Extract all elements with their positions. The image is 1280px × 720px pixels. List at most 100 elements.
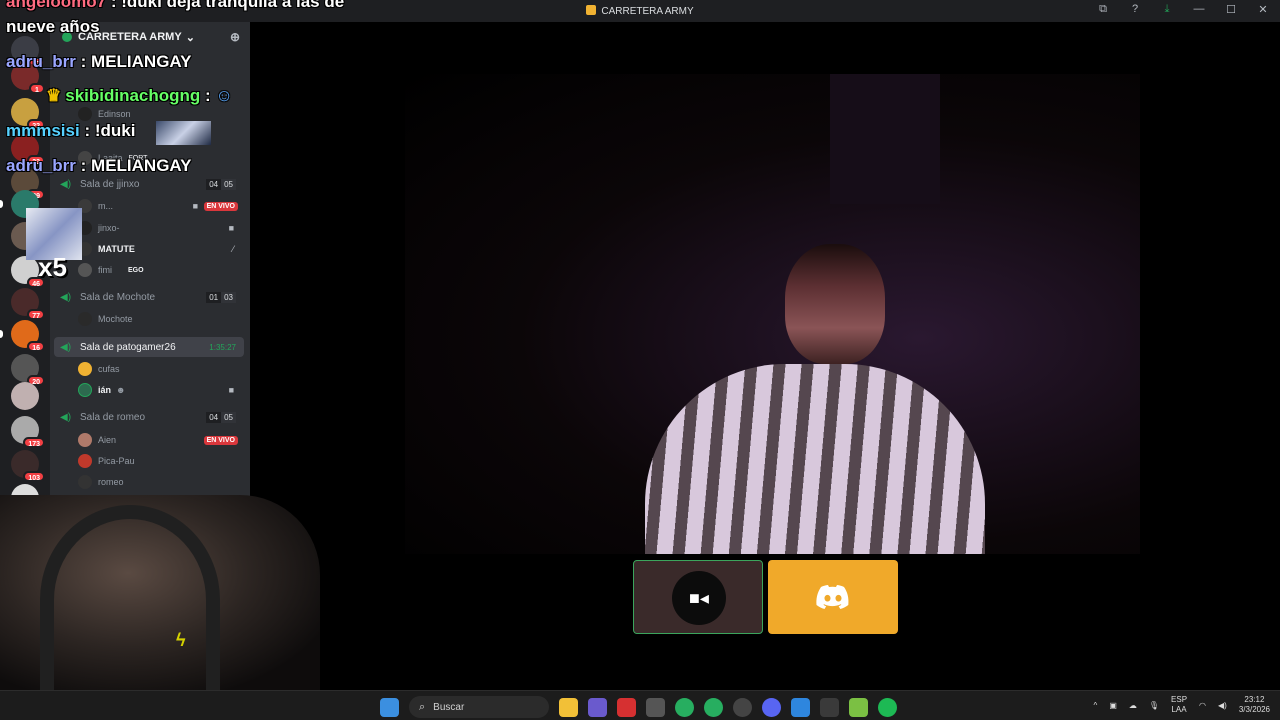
system-tray: ^ ▣ ☁ 🎙 ESP LAA ◠ ◀) 23:12 3/3/2026 xyxy=(1094,695,1270,715)
avatar xyxy=(78,433,92,447)
chevron-down-icon: ⌄ xyxy=(185,31,195,44)
streamer-head xyxy=(785,244,885,364)
server-icon[interactable]: 173 xyxy=(11,416,45,448)
grin-emoji-icon: ☺ xyxy=(215,86,233,105)
avatar xyxy=(78,383,92,397)
mic-icon[interactable]: 🎙 xyxy=(1149,701,1159,710)
wps-icon[interactable] xyxy=(617,697,636,717)
speaker-icon: ◀) xyxy=(60,341,72,353)
avatar xyxy=(78,107,92,121)
live-badge: EN VIVO xyxy=(203,201,238,211)
store-icon[interactable] xyxy=(646,697,665,717)
voice-channel-active[interactable]: ◀) Sala de patogamer26 1:35:27 xyxy=(54,337,244,357)
chrome-icon[interactable] xyxy=(675,697,694,717)
focused-video-stream[interactable] xyxy=(405,74,1140,554)
voice-user[interactable]: ián ☻ ■ xyxy=(78,380,244,400)
muted-icon: ⁄ xyxy=(232,244,234,254)
user-count: 04 05 xyxy=(206,411,236,423)
cloud-icon[interactable]: ☁ xyxy=(1129,701,1137,710)
voice-user[interactable]: fimi EGO xyxy=(78,260,244,280)
chat-message-continuation: nueve años xyxy=(6,17,100,36)
voice-user[interactable]: Pica-Pau xyxy=(78,451,244,471)
obs-icon[interactable] xyxy=(820,697,839,717)
speaker-icon: ◀) xyxy=(60,291,72,303)
voice-channel[interactable]: ◀) Sala de jjinxo 04 05 xyxy=(54,174,244,194)
voice-user[interactable]: m... ■ EN VIVO xyxy=(78,196,244,216)
file-explorer-icon[interactable] xyxy=(559,697,578,717)
chevron-up-icon[interactable]: ^ xyxy=(1094,701,1098,710)
unread-badge: 16 xyxy=(27,341,45,352)
server-selected-pill xyxy=(0,330,3,338)
download-icon[interactable]: ⤓ xyxy=(1160,3,1174,16)
maximize-button[interactable]: ☐ xyxy=(1224,3,1238,16)
video-stage: ■◂ xyxy=(250,22,1280,690)
voice-user[interactable]: MATUTE ⁄ xyxy=(78,239,244,259)
user-tag: EGO xyxy=(128,266,144,274)
chat-message: adru_brr : MELIANGAY xyxy=(6,52,192,71)
unread-badge: 173 xyxy=(23,437,45,448)
voice-user[interactable]: jinxo- ■ xyxy=(78,218,244,238)
server-icon[interactable] xyxy=(11,382,39,410)
tray-app-icon[interactable]: ▣ xyxy=(1109,701,1117,710)
call-timer: 1:35:27 xyxy=(209,342,236,352)
unread-badge: 77 xyxy=(27,309,45,320)
server-icon[interactable]: 46 xyxy=(11,256,45,288)
notepad-icon[interactable] xyxy=(791,697,810,717)
server-selected-pill xyxy=(0,200,3,208)
add-person-icon[interactable]: ⊕ xyxy=(230,30,240,44)
discord-tile[interactable] xyxy=(768,560,898,634)
wifi-icon[interactable]: ◠ xyxy=(1199,701,1206,710)
spotify-icon[interactable] xyxy=(878,697,897,717)
avatar xyxy=(78,312,92,326)
chat-image-thumbnail xyxy=(156,121,211,145)
taskbar-search[interactable]: ⌕ Buscar xyxy=(409,696,549,718)
emoji-icon: ☻ xyxy=(116,385,126,395)
volume-icon[interactable]: ◀) xyxy=(1218,701,1227,710)
voice-user[interactable]: cufas xyxy=(78,359,244,379)
user-count: 01 03 xyxy=(206,291,236,303)
live-badge: EN VIVO xyxy=(203,435,238,445)
voice-user[interactable]: Aien EN VIVO xyxy=(78,430,244,450)
server-icon[interactable]: 77 xyxy=(11,288,45,320)
window-controls: ⧉ ? ⤓ — ☐ ✕ xyxy=(1096,3,1270,16)
voice-channel[interactable]: ◀) Sala de romeo 04 05 xyxy=(54,407,244,427)
help-icon[interactable]: ? xyxy=(1128,3,1142,16)
close-button[interactable]: ✕ xyxy=(1256,3,1270,16)
speaker-icon: ◀) xyxy=(60,178,72,190)
minimize-button[interactable]: — xyxy=(1192,3,1206,16)
server-icon[interactable]: 20 xyxy=(11,354,45,386)
github-icon[interactable] xyxy=(733,697,752,717)
streamer-webcam-overlay: ϟ xyxy=(0,495,320,695)
language-indicator[interactable]: ESP LAA xyxy=(1171,695,1187,715)
server-icon[interactable]: 103 xyxy=(11,450,45,482)
server-icon[interactable]: 16 xyxy=(11,320,45,352)
camera-icon: ■ xyxy=(192,201,198,211)
speaker-icon: ◀) xyxy=(60,411,72,423)
avatar xyxy=(78,475,92,489)
clock[interactable]: 23:12 3/3/2026 xyxy=(1239,695,1270,715)
camera-icon: ■ xyxy=(228,385,234,395)
combo-multiplier: x5 xyxy=(38,252,67,282)
search-icon: ⌕ xyxy=(419,700,426,713)
chrome-profile-icon[interactable] xyxy=(704,697,723,717)
unread-badge: 103 xyxy=(23,471,45,482)
headset-logo-icon: ϟ xyxy=(176,630,186,650)
discord-icon[interactable] xyxy=(762,697,781,717)
camera-tile[interactable]: ■◂ xyxy=(633,560,763,634)
voice-user[interactable]: Mochote xyxy=(78,309,244,329)
video-camera-icon: ■◂ xyxy=(672,571,726,625)
camera-icon: ■ xyxy=(228,223,234,233)
chat-message: angeloomo7 : !duki deja tranquila a las … xyxy=(6,0,345,11)
start-menu-icon[interactable] xyxy=(380,697,399,717)
copilot-icon[interactable] xyxy=(588,697,607,717)
inbox-icon[interactable]: ⧉ xyxy=(1096,3,1110,16)
crown-icon: ♛ xyxy=(46,86,62,105)
minecraft-icon[interactable] xyxy=(849,697,868,717)
avatar xyxy=(78,263,92,277)
voice-user[interactable]: romeo xyxy=(78,472,244,492)
chat-message: mmmsisi : !duki xyxy=(6,121,136,140)
headset-shape xyxy=(40,505,220,695)
avatar xyxy=(78,362,92,376)
app-logo-icon xyxy=(586,5,597,15)
voice-channel[interactable]: ◀) Sala de Mochote 01 03 xyxy=(54,287,244,307)
